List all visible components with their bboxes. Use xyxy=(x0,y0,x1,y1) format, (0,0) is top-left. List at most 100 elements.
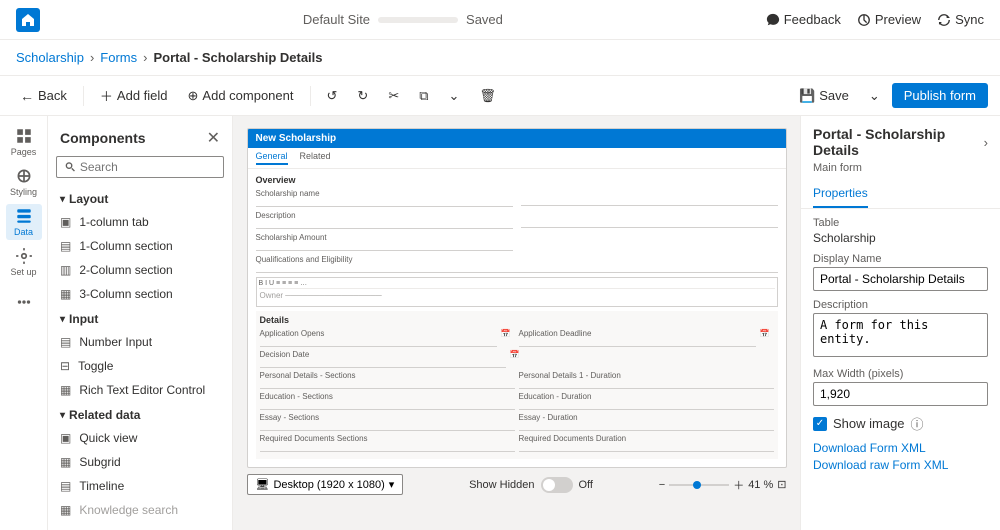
component-toggle[interactable]: ⊟ Toggle xyxy=(48,354,232,378)
chevron-down-icon: ⌄ xyxy=(449,88,460,104)
input-toggle-icon: ▾ xyxy=(60,314,65,325)
nav-pages[interactable]: Pages xyxy=(6,124,42,160)
component-subgrid[interactable]: ▦ Subgrid xyxy=(48,450,232,474)
canvas-bottom: 🖥 Desktop (1920 x 1080) ▾ Show Hidden Of… xyxy=(247,474,787,495)
component-1col-tab[interactable]: ▣ 1-column tab xyxy=(48,210,232,234)
search-input[interactable] xyxy=(80,160,215,174)
rp-tabs: Properties xyxy=(801,180,1000,209)
site-name: Default Site xyxy=(303,12,370,27)
rp-header: Portal - Scholarship Details › xyxy=(801,116,1000,162)
number-icon: ▤ xyxy=(60,335,71,349)
component-2col-section[interactable]: ▥ 2-Column section xyxy=(48,258,232,282)
section-icon: ▤ xyxy=(60,239,71,253)
paste-dropdown[interactable]: ⌄ xyxy=(441,84,468,108)
copy-icon: ⧉ xyxy=(419,88,428,104)
copy-button[interactable]: ⧉ xyxy=(411,84,436,108)
display-name-input[interactable] xyxy=(813,267,988,291)
save-icon: 💾 xyxy=(799,88,815,104)
show-hidden-toggle[interactable] xyxy=(541,477,573,493)
components-panel: Components ✕ ▾ Layout ▣ 1-column tab ▤ 1… xyxy=(48,116,233,530)
back-button[interactable]: ← Back xyxy=(12,84,75,108)
save-button[interactable]: 💾 Save xyxy=(791,84,857,108)
separator xyxy=(83,86,84,106)
input-section-header[interactable]: ▾ Input xyxy=(48,306,232,330)
richtext-icon: ▦ xyxy=(60,383,71,397)
publish-button[interactable]: Publish form xyxy=(892,83,988,108)
redo-button[interactable]: ↻ xyxy=(349,84,376,108)
max-width-label: Max Width (pixels) xyxy=(813,368,988,380)
rp-tab-properties[interactable]: Properties xyxy=(813,180,868,208)
download-raw-form-xml-link[interactable]: Download raw Form XML xyxy=(813,458,988,472)
separator2 xyxy=(310,86,311,106)
delete-icon: 🗑 xyxy=(479,88,496,104)
component-number-input[interactable]: ▤ Number Input xyxy=(48,330,232,354)
zoom-value: 41 % xyxy=(748,479,773,491)
delete-button[interactable]: 🗑 xyxy=(471,84,504,108)
max-width-input[interactable] xyxy=(813,382,988,406)
top-bar-left xyxy=(16,8,40,32)
description-textarea[interactable]: A form for this entity. xyxy=(813,313,988,357)
form-body: Overview Scholarship name Description xyxy=(248,169,786,465)
show-image-checkbox[interactable]: ✓ xyxy=(813,417,827,431)
top-bar-center: Default Site Saved xyxy=(303,12,503,27)
component-1col-section[interactable]: ▤ 1-Column section xyxy=(48,234,232,258)
component-quick-view[interactable]: ▣ Quick view xyxy=(48,426,232,450)
cut-icon: ✂ xyxy=(388,88,399,104)
nav-styling[interactable]: Styling xyxy=(6,164,42,200)
download-form-xml-link[interactable]: Download Form XML xyxy=(813,441,988,455)
nav-data[interactable]: Data xyxy=(6,204,42,240)
rp-title: Portal - Scholarship Details xyxy=(813,126,984,158)
desktop-size-button[interactable]: 🖥 Desktop (1920 x 1080) ▾ xyxy=(247,474,404,495)
main-layout: Pages Styling Data Set up Components ✕ xyxy=(0,116,1000,530)
rp-subtitle: Main form xyxy=(801,162,1000,180)
timeline-icon: ▤ xyxy=(60,479,71,493)
component-knowledge-search: ▦ Knowledge search xyxy=(48,498,232,522)
home-icon[interactable] xyxy=(16,8,40,32)
breadcrumb: Scholarship › Forms › Portal - Scholarsh… xyxy=(0,40,1000,76)
form-row-name: Scholarship name xyxy=(256,189,778,207)
breadcrumb-forms[interactable]: Forms xyxy=(100,50,137,65)
quickview-icon: ▣ xyxy=(60,431,71,445)
form-tab-general[interactable]: General xyxy=(256,151,288,165)
layout-section-header[interactable]: ▾ Layout xyxy=(48,186,232,210)
add-field-button[interactable]: ＋ Add field xyxy=(92,82,176,109)
component-timeline[interactable]: ▤ Timeline xyxy=(48,474,232,498)
nav-more[interactable] xyxy=(6,284,42,320)
description-field: Description xyxy=(256,211,513,229)
zoom-plus-icon[interactable]: ＋ xyxy=(733,477,744,493)
search-box[interactable] xyxy=(56,156,224,178)
canvas-area: New Scholarship General Related Overview… xyxy=(233,116,800,530)
panel-header: Components ✕ xyxy=(48,124,232,156)
panel-title: Components xyxy=(60,130,146,146)
sync-button[interactable]: Sync xyxy=(937,12,984,27)
breadcrumb-scholarship[interactable]: Scholarship xyxy=(16,50,84,65)
save-dropdown[interactable]: ⌄ xyxy=(861,84,888,108)
qualifications-field: Qualifications and Eligibility xyxy=(256,255,778,273)
back-icon: ← xyxy=(20,88,34,104)
feedback-button[interactable]: Feedback xyxy=(766,12,841,27)
rp-expand-icon[interactable]: › xyxy=(984,135,988,150)
zoom-fit-icon[interactable]: ⊡ xyxy=(777,478,786,491)
panel-close-button[interactable]: ✕ xyxy=(207,128,220,148)
component-rich-text[interactable]: ▦ Rich Text Editor Control xyxy=(48,378,232,402)
placeholder-field xyxy=(521,189,778,207)
zoom-minus-icon[interactable]: − xyxy=(659,479,665,491)
left-nav: Pages Styling Data Set up xyxy=(0,116,48,530)
zoom-slider[interactable] xyxy=(669,484,729,486)
form-tab-related[interactable]: Related xyxy=(300,151,331,165)
knowledge-icon: ▦ xyxy=(60,503,71,517)
nav-setup[interactable]: Set up xyxy=(6,244,42,280)
add-component-button[interactable]: ⊕ Add component xyxy=(180,84,302,108)
undo-button[interactable]: ↺ xyxy=(319,84,346,108)
progress-bar xyxy=(378,17,458,23)
form-row-qualifications: Qualifications and Eligibility xyxy=(256,255,778,273)
related-section-header[interactable]: ▾ Related data xyxy=(48,402,232,426)
preview-button[interactable]: Preview xyxy=(857,12,921,27)
top-bar-right: Feedback Preview Sync xyxy=(766,12,984,27)
toolbar-right: 💾 Save ⌄ Publish form xyxy=(791,83,988,108)
save-chevron-icon: ⌄ xyxy=(869,88,880,104)
two-col-icon: ▥ xyxy=(60,263,71,277)
cut-button[interactable]: ✂ xyxy=(380,84,407,108)
component-3col-section[interactable]: ▦ 3-Column section xyxy=(48,282,232,306)
table-value: Scholarship xyxy=(813,231,988,245)
